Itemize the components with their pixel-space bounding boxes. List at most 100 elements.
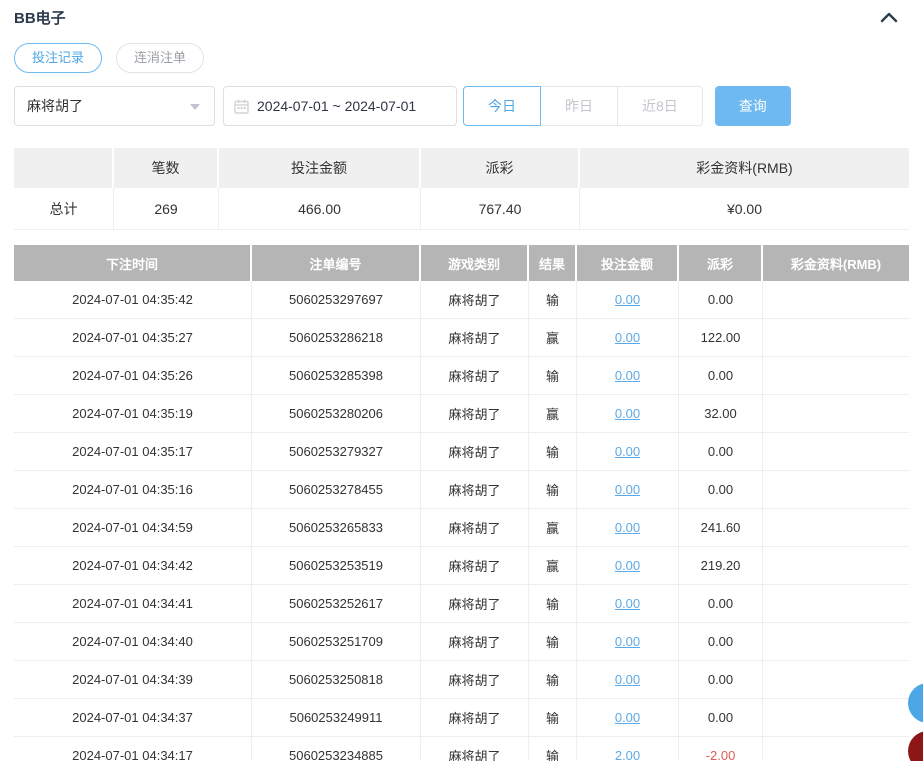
- quick-range-group: 今日 昨日 近8日: [463, 86, 703, 126]
- cell-game-type: 麻将胡了: [421, 433, 529, 471]
- cell-game-type: 麻将胡了: [421, 623, 529, 661]
- header-result: 结果: [529, 245, 577, 281]
- range-today-button[interactable]: 今日: [463, 86, 541, 126]
- header-bet-time: 下注时间: [14, 245, 252, 281]
- cell-result: 赢: [529, 319, 577, 357]
- bet-amount-link[interactable]: 0.00: [615, 710, 640, 725]
- summary-header-count: 笔数: [114, 148, 219, 188]
- tab-bet-records[interactable]: 投注记录: [14, 43, 102, 73]
- cell-bonus: [763, 357, 909, 395]
- bet-amount-link[interactable]: 0.00: [615, 558, 640, 573]
- header-order-id: 注单编号: [252, 245, 421, 281]
- cell-order-id: 5060253286218: [252, 319, 421, 357]
- cell-bonus: [763, 699, 909, 737]
- bet-amount-link[interactable]: 0.00: [615, 292, 640, 307]
- bet-amount-link[interactable]: 0.00: [615, 330, 640, 345]
- cell-bonus: [763, 547, 909, 585]
- cell-result: 输: [529, 357, 577, 395]
- summary-header-row: 笔数 投注金额 派彩 彩金资料(RMB): [14, 148, 909, 188]
- cell-payout: 0.00: [679, 585, 763, 623]
- table-row: 2024-07-01 04:34:17 5060253234885 麻将胡了 输…: [14, 737, 909, 761]
- cell-game-type: 麻将胡了: [421, 509, 529, 547]
- search-button[interactable]: 查询: [715, 86, 791, 126]
- cell-bonus: [763, 623, 909, 661]
- cell-order-id: 5060253285398: [252, 357, 421, 395]
- record-type-tabs: 投注记录 连消注单: [14, 43, 909, 73]
- table-row: 2024-07-01 04:34:59 5060253265833 麻将胡了 赢…: [14, 509, 909, 547]
- cell-game-type: 麻将胡了: [421, 471, 529, 509]
- summary-total-bet-amount: 466.00: [219, 188, 421, 230]
- summary-table: 笔数 投注金额 派彩 彩金资料(RMB) 总计 269 466.00 767.4…: [14, 148, 909, 230]
- table-row: 2024-07-01 04:34:42 5060253253519 麻将胡了 赢…: [14, 547, 909, 585]
- table-row: 2024-07-01 04:35:42 5060253297697 麻将胡了 输…: [14, 281, 909, 319]
- cell-payout: 0.00: [679, 281, 763, 319]
- summary-header-bonus: 彩金资料(RMB): [580, 148, 909, 188]
- cell-game-type: 麻将胡了: [421, 357, 529, 395]
- game-select[interactable]: 麻将胡了: [14, 86, 215, 126]
- range-last8days-button[interactable]: 近8日: [617, 86, 703, 126]
- bet-amount-link[interactable]: 0.00: [615, 596, 640, 611]
- range-yesterday-button[interactable]: 昨日: [540, 86, 618, 126]
- bet-amount-link[interactable]: 2.00: [615, 748, 640, 761]
- cell-bonus: [763, 737, 909, 761]
- cell-order-id: 5060253280206: [252, 395, 421, 433]
- cell-payout: 0.00: [679, 699, 763, 737]
- cell-result: 输: [529, 281, 577, 319]
- bet-amount-link[interactable]: 0.00: [615, 520, 640, 535]
- panel-header: BB电子: [14, 0, 909, 28]
- cell-bonus: [763, 661, 909, 699]
- game-select-value: 麻将胡了: [27, 96, 83, 116]
- cell-order-id: 5060253251709: [252, 623, 421, 661]
- cell-game-type: 麻将胡了: [421, 547, 529, 585]
- bet-amount-link[interactable]: 0.00: [615, 482, 640, 497]
- cell-order-id: 5060253279327: [252, 433, 421, 471]
- cell-bet-time: 2024-07-01 04:35:19: [14, 395, 252, 433]
- summary-header-bet-amount: 投注金额: [219, 148, 421, 188]
- cell-bonus: [763, 585, 909, 623]
- date-range-input[interactable]: 2024-07-01 ~ 2024-07-01: [223, 86, 457, 126]
- cell-bet-time: 2024-07-01 04:35:27: [14, 319, 252, 357]
- header-bet-amount: 投注金额: [577, 245, 679, 281]
- cell-order-id: 5060253297697: [252, 281, 421, 319]
- cell-bet-time: 2024-07-01 04:34:41: [14, 585, 252, 623]
- tab-cancelled-orders[interactable]: 连消注单: [116, 43, 204, 73]
- chevron-up-icon[interactable]: [877, 5, 901, 29]
- summary-total-label: 总计: [14, 188, 114, 230]
- bet-amount-link[interactable]: 0.00: [615, 634, 640, 649]
- header-payout: 派彩: [679, 245, 763, 281]
- bet-amount-link[interactable]: 0.00: [615, 444, 640, 459]
- cell-bet-time: 2024-07-01 04:34:37: [14, 699, 252, 737]
- cell-payout: 241.60: [679, 509, 763, 547]
- page-title: BB电子: [14, 7, 66, 28]
- cell-order-id: 5060253234885: [252, 737, 421, 761]
- cell-bet-time: 2024-07-01 04:35:16: [14, 471, 252, 509]
- cell-bonus: [763, 509, 909, 547]
- summary-total-payout: 767.40: [421, 188, 580, 230]
- cell-bet-time: 2024-07-01 04:34:40: [14, 623, 252, 661]
- cell-game-type: 麻将胡了: [421, 661, 529, 699]
- cell-bet-time: 2024-07-01 04:34:59: [14, 509, 252, 547]
- header-bonus: 彩金资料(RMB): [763, 245, 909, 281]
- table-row: 2024-07-01 04:35:26 5060253285398 麻将胡了 输…: [14, 357, 909, 395]
- cell-result: 输: [529, 623, 577, 661]
- bet-amount-link[interactable]: 0.00: [615, 368, 640, 383]
- cell-bonus: [763, 281, 909, 319]
- cell-payout: 0.00: [679, 433, 763, 471]
- chevron-down-icon: [190, 104, 200, 110]
- cell-game-type: 麻将胡了: [421, 395, 529, 433]
- cell-bet-time: 2024-07-01 04:35:42: [14, 281, 252, 319]
- summary-total-count: 269: [114, 188, 219, 230]
- cell-bet-time: 2024-07-01 04:35:26: [14, 357, 252, 395]
- calendar-icon: [234, 99, 249, 114]
- cell-bonus: [763, 433, 909, 471]
- cell-result: 输: [529, 699, 577, 737]
- cell-payout: 0.00: [679, 471, 763, 509]
- cell-order-id: 5060253252617: [252, 585, 421, 623]
- cell-result: 输: [529, 661, 577, 699]
- table-row: 2024-07-01 04:34:37 5060253249911 麻将胡了 输…: [14, 699, 909, 737]
- bet-amount-link[interactable]: 0.00: [615, 406, 640, 421]
- cell-bonus: [763, 395, 909, 433]
- bet-amount-link[interactable]: 0.00: [615, 672, 640, 687]
- cell-game-type: 麻将胡了: [421, 699, 529, 737]
- cell-order-id: 5060253250818: [252, 661, 421, 699]
